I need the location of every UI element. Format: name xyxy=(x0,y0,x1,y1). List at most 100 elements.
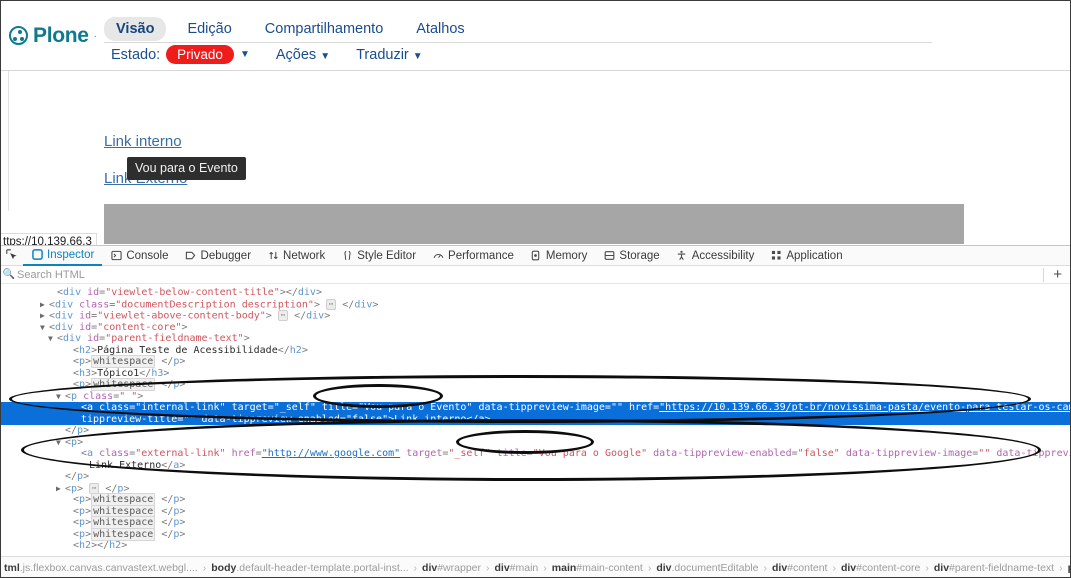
twisty-toggle-icon[interactable]: ▶ xyxy=(40,310,45,322)
search-input[interactable]: Search HTML xyxy=(17,269,85,281)
tab-edicao[interactable]: Edição xyxy=(175,17,243,41)
markup-row[interactable]: ▶<p> ⋯ </p> xyxy=(1,483,1070,495)
breadcrumb-separator: › xyxy=(925,562,929,574)
breadcrumb-separator: › xyxy=(543,562,547,574)
element-picker-icon[interactable] xyxy=(1,249,23,262)
breadcrumb-item[interactable]: div#wrapper xyxy=(422,562,481,574)
breadcrumb-tag: div xyxy=(841,562,856,574)
markup-row[interactable]: <a class="external-link" href="http://ww… xyxy=(1,448,1070,460)
breadcrumb-item[interactable]: div#content-core xyxy=(841,562,920,574)
tab-atalhos[interactable]: Atalhos xyxy=(404,17,476,41)
breadcrumb-tag: p xyxy=(1068,562,1070,574)
markup-tree[interactable]: <div id="viewlet-below-content-title"></… xyxy=(1,285,1070,550)
breadcrumb-item[interactable]: div.documentEditable xyxy=(656,562,758,574)
breadcrumb-qualifier: #main-content xyxy=(576,562,643,574)
memory-icon xyxy=(530,250,542,262)
markup-row[interactable]: <p>whitespace </p> xyxy=(1,379,1070,391)
redacted-block xyxy=(104,204,964,244)
markup-row[interactable]: <h2>Página Teste de Acessibilidade</h2> xyxy=(1,345,1070,357)
breadcrumb-tag: div xyxy=(656,562,671,574)
breadcrumb-item[interactable]: div#parent-fieldname-text xyxy=(934,562,1054,574)
breadcrumb-separator: › xyxy=(414,562,418,574)
breadcrumb-qualifier: #main xyxy=(510,562,539,574)
application-icon xyxy=(770,250,782,262)
state-chevron-down-icon[interactable]: ▼ xyxy=(240,49,250,60)
breadcrumb-separator: › xyxy=(1059,562,1063,574)
breadcrumb-separator: › xyxy=(832,562,836,574)
breadcrumb-item[interactable]: body.default-header-template.portal-inst… xyxy=(211,562,408,574)
breadcrumb-tag: div xyxy=(422,562,437,574)
devtools-tab-application[interactable]: Application xyxy=(762,246,850,266)
breadcrumb-qualifier: #content-core xyxy=(856,562,920,574)
markup-row[interactable]: <p>whitespace </p> xyxy=(1,494,1070,506)
markup-row-selected[interactable]: tippreview-title="" data-tippreview-enab… xyxy=(1,414,1070,426)
markup-row[interactable]: ▼<div id="content-core"> xyxy=(1,322,1070,334)
breadcrumb-tag: div xyxy=(495,562,510,574)
markup-row[interactable]: </p> xyxy=(1,425,1070,437)
twisty-toggle-icon[interactable]: ▼ xyxy=(48,333,53,345)
breadcrumb-item[interactable]: div#main xyxy=(495,562,539,574)
markup-row[interactable]: <p>whitespace </p> xyxy=(1,506,1070,518)
debugger-icon xyxy=(185,250,197,262)
markup-row[interactable]: ▼<p class=" "> xyxy=(1,391,1070,403)
status-badge[interactable]: Privado xyxy=(166,45,234,64)
breadcrumb-qualifier: #wrapper xyxy=(437,562,481,574)
breadcrumb-separator: › xyxy=(486,562,490,574)
tab-compartilhamento[interactable]: Compartilhamento xyxy=(253,17,395,41)
add-node-button[interactable]: + xyxy=(1053,267,1062,283)
devtools-tab-memory[interactable]: Memory xyxy=(522,246,596,266)
breadcrumb-item[interactable]: div#content xyxy=(772,562,827,574)
breadcrumb-qualifier: #content xyxy=(787,562,827,574)
markup-row[interactable]: ▼<div id="parent-fieldname-text"> xyxy=(1,333,1070,345)
markup-row[interactable]: <div id="viewlet-below-content-title"></… xyxy=(1,287,1070,299)
markup-row[interactable]: ▼<p> xyxy=(1,437,1070,449)
menu-traduzir[interactable]: Traduzir ▼ xyxy=(356,47,423,63)
devtools-tab-performance[interactable]: Performance xyxy=(424,246,522,266)
console-icon xyxy=(110,250,122,262)
markup-row[interactable]: <p>whitespace </p> xyxy=(1,517,1070,529)
devtools-tab-accessibility[interactable]: Accessibility xyxy=(668,246,763,266)
devtools-tab-inspector[interactable]: Inspector xyxy=(23,246,102,266)
devtools-tab-console[interactable]: Console xyxy=(102,246,176,266)
markup-row[interactable]: <h2></h2> xyxy=(1,540,1070,550)
browser-window: Plone · Visão Edição Compartilhamento At… xyxy=(0,0,1071,578)
breadcrumb-item[interactable]: main#main-content xyxy=(552,562,643,574)
markup-row[interactable]: ▶<div id="viewlet-above-content-body"> ⋯… xyxy=(1,310,1070,322)
plone-state-bar: Estado: Privado ▼ Ações ▼ Traduzir ▼ xyxy=(111,45,423,64)
devtools-panel: Inspector Console Debugger Network Style… xyxy=(1,245,1070,578)
breadcrumb-tag: tml xyxy=(4,562,20,574)
state-label: Estado: xyxy=(111,47,160,63)
link-tooltip: Vou para o Evento xyxy=(127,157,246,180)
breadcrumb-item[interactable]: p.. xyxy=(1068,562,1070,574)
devtools-tab-network[interactable]: Network xyxy=(259,246,333,266)
breadcrumb-tag: body xyxy=(211,562,236,574)
twisty-toggle-icon[interactable]: ▼ xyxy=(40,322,45,334)
plone-registered-mark: · xyxy=(94,31,97,41)
breadcrumb-separator: › xyxy=(764,562,768,574)
plone-logo[interactable]: Plone · xyxy=(9,25,97,46)
devtools-search-row[interactable]: 🔍 Search HTML xyxy=(1,266,1070,284)
twisty-toggle-icon[interactable]: ▶ xyxy=(56,483,61,495)
devtools-tab-style-editor[interactable]: Style Editor xyxy=(333,246,424,266)
twisty-toggle-icon[interactable]: ▼ xyxy=(56,437,61,449)
page-content: Link interno Link Externo Vou para o Eve… xyxy=(1,71,1070,245)
internal-link[interactable]: Link interno xyxy=(104,133,182,150)
acoes-chevron-down-icon: ▼ xyxy=(320,51,330,62)
markup-row[interactable]: ▶<div class="documentDescription descrip… xyxy=(1,299,1070,311)
menu-acoes[interactable]: Ações ▼ xyxy=(276,47,330,63)
devtools-tab-debugger[interactable]: Debugger xyxy=(177,246,260,266)
toolbar-separator xyxy=(1043,268,1044,282)
twisty-toggle-icon[interactable]: ▶ xyxy=(40,299,45,311)
markup-row-selected[interactable]: <a class="internal-link" target="_self" … xyxy=(1,402,1070,414)
breadcrumb-item[interactable]: tml.js.flexbox.canvas.canvastext.webgl..… xyxy=(4,562,198,574)
markup-row[interactable]: </p> xyxy=(1,471,1070,483)
twisty-toggle-icon[interactable]: ▼ xyxy=(56,391,61,403)
devtools-tab-storage[interactable]: Storage xyxy=(595,246,667,266)
markup-row[interactable]: <h3>Tópico1</h3> xyxy=(1,368,1070,380)
markup-row[interactable]: <p>whitespace </p> xyxy=(1,356,1070,368)
tab-visao[interactable]: Visão xyxy=(104,17,166,41)
search-icon: 🔍 xyxy=(1,269,17,280)
markup-row[interactable]: <p>whitespace </p> xyxy=(1,529,1070,541)
markup-row[interactable]: Link Externo</a> xyxy=(1,460,1070,472)
devtools-tab-label: Application xyxy=(786,250,842,262)
